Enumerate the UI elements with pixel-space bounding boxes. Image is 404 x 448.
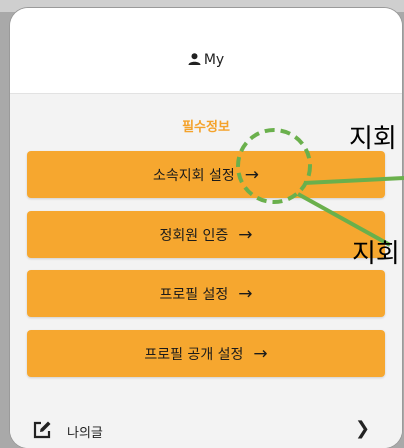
annotation-label: 지회 <box>349 124 397 154</box>
highlight-circle <box>236 128 312 204</box>
annotation-line <box>303 176 404 185</box>
annotation-label: 지회 <box>352 239 400 269</box>
annotation-overlay <box>236 128 404 247</box>
